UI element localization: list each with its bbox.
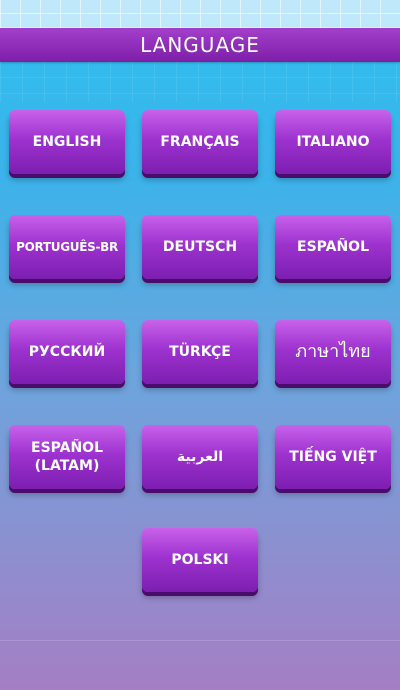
language-label: POLSKI (171, 552, 229, 568)
language-button-thai[interactable]: ภาษาไทย (275, 320, 391, 384)
language-label: ภาษาไทย (295, 341, 371, 362)
language-label: РУССКИЙ (28, 344, 106, 360)
language-button-turkish[interactable]: TÜRKÇE (142, 320, 258, 384)
language-label: FRANÇAIS (160, 134, 240, 150)
language-label: DEUTSCH (162, 239, 238, 255)
language-button-arabic[interactable]: العربية (142, 425, 258, 489)
language-button-russian[interactable]: РУССКИЙ (9, 320, 125, 384)
language-label: ITALIANO (296, 134, 370, 150)
language-button-vietnamese[interactable]: TIẾNG VIỆT (275, 425, 391, 489)
page-title: LANGUAGE (140, 33, 260, 57)
language-label: TIẾNG VIỆT (289, 449, 377, 465)
language-button-spanish-latam[interactable]: ESPAÑOL (LATAM) (9, 425, 125, 489)
language-button-spanish[interactable]: ESPAÑOL (275, 215, 391, 279)
language-label: ESPAÑOL (297, 239, 369, 255)
language-button-english[interactable]: ENGLISH (9, 110, 125, 174)
language-label: ENGLISH (32, 134, 102, 150)
top-tile-pattern (0, 0, 400, 28)
language-button-german[interactable]: DEUTSCH (142, 215, 258, 279)
language-label: ESPAÑOL (LATAM) (31, 440, 103, 474)
language-label: TÜRKÇE (169, 344, 231, 360)
language-button-italian[interactable]: ITALIANO (275, 110, 391, 174)
language-button-french[interactable]: FRANÇAIS (142, 110, 258, 174)
language-button-polish[interactable]: POLSKI (142, 528, 258, 592)
language-label: العربية (176, 449, 224, 465)
language-button-portuguese-br[interactable]: PORTUGUÊS-BR (9, 215, 125, 279)
divider (0, 640, 400, 641)
background-pattern (0, 62, 400, 102)
language-label: PORTUGUÊS-BR (16, 240, 118, 254)
title-bar: LANGUAGE (0, 28, 400, 62)
